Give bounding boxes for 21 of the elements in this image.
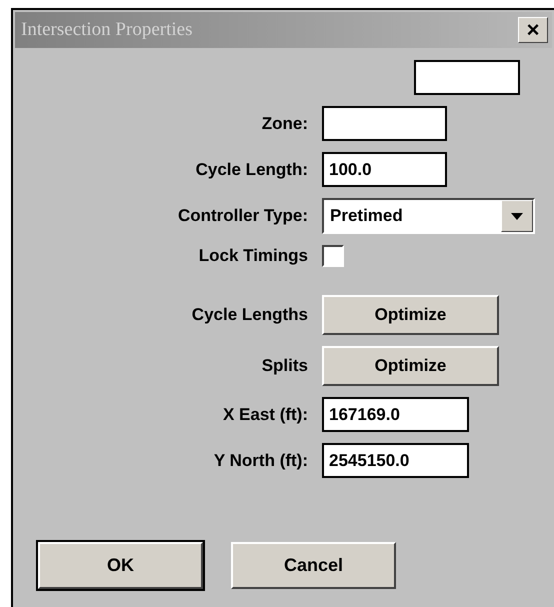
input-field[interactable] [414, 60, 520, 95]
field-label: Cycle Length: [196, 160, 308, 180]
optimize-button[interactable]: Optimize [322, 295, 499, 335]
controller-type-dropdown[interactable]: Pretimed [322, 198, 535, 234]
input-field[interactable]: 2545150.0 [322, 443, 469, 478]
field-label: X East (ft): [223, 404, 308, 424]
input-field[interactable]: 100.0 [322, 152, 447, 187]
field-label: Splits [262, 356, 308, 376]
field-label: Y North (ft): [214, 450, 308, 470]
input-field[interactable]: 167169.0 [322, 397, 469, 432]
lock-timings-checkbox[interactable] [322, 245, 344, 267]
input-field[interactable] [322, 106, 447, 141]
close-button[interactable]: × [518, 17, 548, 43]
field-label: Lock Timings [198, 246, 308, 266]
field-label: Controller Type: [178, 206, 308, 226]
window-title: Intersection Properties [21, 19, 192, 41]
dialog-button[interactable]: Cancel [231, 542, 396, 589]
dialog-button[interactable]: OK [38, 542, 203, 589]
field-label: Cycle Lengths [192, 305, 308, 325]
optimize-button[interactable]: Optimize [322, 346, 499, 386]
field-label: Zone: [262, 114, 308, 134]
